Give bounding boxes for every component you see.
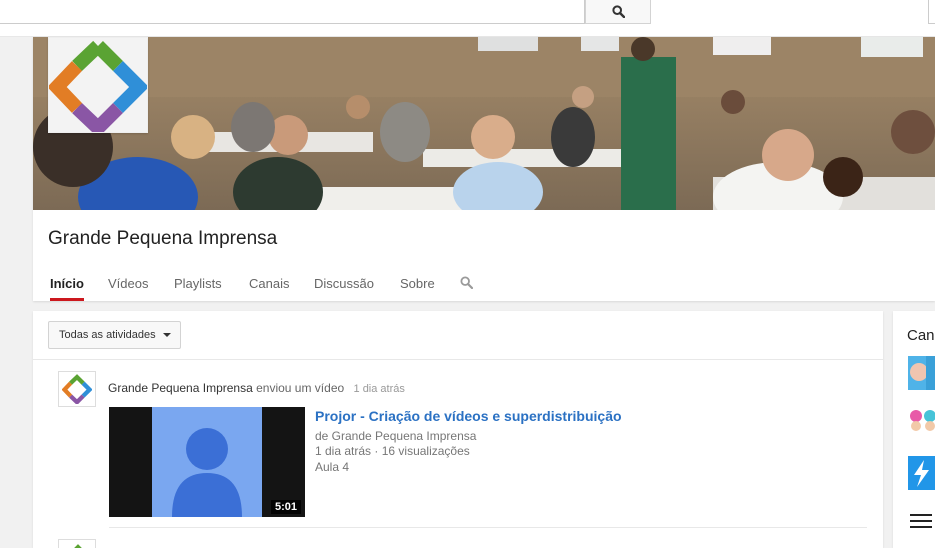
video-views: 16 visualizações bbox=[381, 444, 470, 458]
channel-header: Grande Pequena Imprensa Início Vídeos Pl… bbox=[33, 37, 935, 301]
video-byline: de Grande Pequena Imprensa bbox=[315, 429, 476, 443]
feed-item-avatar[interactable] bbox=[58, 371, 96, 407]
channel-logo bbox=[47, 38, 149, 138]
feed-item-header: Grande Pequena Imprensa enviou um vídeo … bbox=[108, 381, 405, 395]
related-channels-sidebar: Canais relacionados bbox=[893, 311, 935, 548]
video-description: Aula 4 bbox=[315, 460, 350, 474]
tab-playlists[interactable]: Playlists bbox=[174, 276, 222, 301]
channel-search-button[interactable] bbox=[460, 276, 474, 294]
channel-avatar[interactable] bbox=[47, 37, 149, 138]
video-title-link[interactable]: Projor - Criação de vídeos e superdistri… bbox=[315, 408, 622, 424]
search-button[interactable] bbox=[585, 0, 651, 24]
activity-filter-dropdown[interactable]: Todas as atividades bbox=[48, 321, 181, 349]
channel-avatar-image bbox=[908, 456, 935, 490]
feed-item-action: enviou um vídeo bbox=[256, 381, 345, 395]
related-channel-thumb[interactable] bbox=[908, 456, 935, 490]
person-icon bbox=[172, 428, 242, 517]
channel-avatar-image bbox=[908, 506, 935, 540]
masthead-right-control[interactable] bbox=[928, 0, 935, 24]
related-channel-thumb[interactable] bbox=[908, 356, 935, 390]
related-channel-thumb[interactable] bbox=[908, 506, 935, 540]
video-stats: 1 dia atrás · 16 visualizações bbox=[315, 444, 470, 458]
feed-item-time: 1 dia atrás bbox=[353, 383, 405, 395]
channel-title: Grande Pequena Imprensa bbox=[48, 228, 278, 249]
tab-canais[interactable]: Canais bbox=[249, 276, 289, 301]
related-channel-thumb[interactable] bbox=[908, 406, 935, 440]
search-icon bbox=[611, 5, 625, 18]
video-age: 1 dia atrás bbox=[315, 444, 372, 458]
search-icon bbox=[460, 276, 474, 290]
caret-down-icon bbox=[162, 333, 171, 337]
tab-inicio[interactable]: Início bbox=[50, 276, 84, 301]
dot-separator: · bbox=[374, 444, 382, 458]
divider bbox=[33, 359, 883, 360]
channel-avatar-image bbox=[908, 406, 935, 440]
divider bbox=[109, 527, 867, 528]
activity-feed: Todas as atividades Grande Pequena Impre… bbox=[33, 311, 883, 548]
search-input[interactable] bbox=[0, 0, 585, 24]
video-byline-text[interactable]: de Grande Pequena Imprensa bbox=[315, 429, 476, 443]
tab-sobre[interactable]: Sobre bbox=[400, 276, 435, 301]
next-feed-item-avatar[interactable] bbox=[58, 539, 96, 548]
tab-videos[interactable]: Vídeos bbox=[108, 276, 148, 301]
video-thumbnail[interactable]: 5:01 bbox=[109, 407, 305, 517]
channel-tabs: Início Vídeos Playlists Canais Discussão… bbox=[33, 271, 935, 301]
banner-image bbox=[33, 37, 935, 210]
masthead bbox=[0, 0, 935, 37]
activity-filter-label: Todas as atividades bbox=[59, 329, 156, 341]
sidebar-title: Canais relacionados bbox=[907, 327, 935, 344]
tab-discussao[interactable]: Discussão bbox=[314, 276, 374, 301]
default-avatar-image bbox=[152, 407, 262, 517]
feed-item-author[interactable]: Grande Pequena Imprensa bbox=[108, 381, 253, 395]
channel-logo bbox=[74, 544, 82, 548]
channel-avatar-image bbox=[908, 356, 935, 390]
channel-banner bbox=[33, 37, 935, 210]
channel-logo bbox=[62, 374, 92, 404]
video-duration: 5:01 bbox=[270, 500, 301, 514]
